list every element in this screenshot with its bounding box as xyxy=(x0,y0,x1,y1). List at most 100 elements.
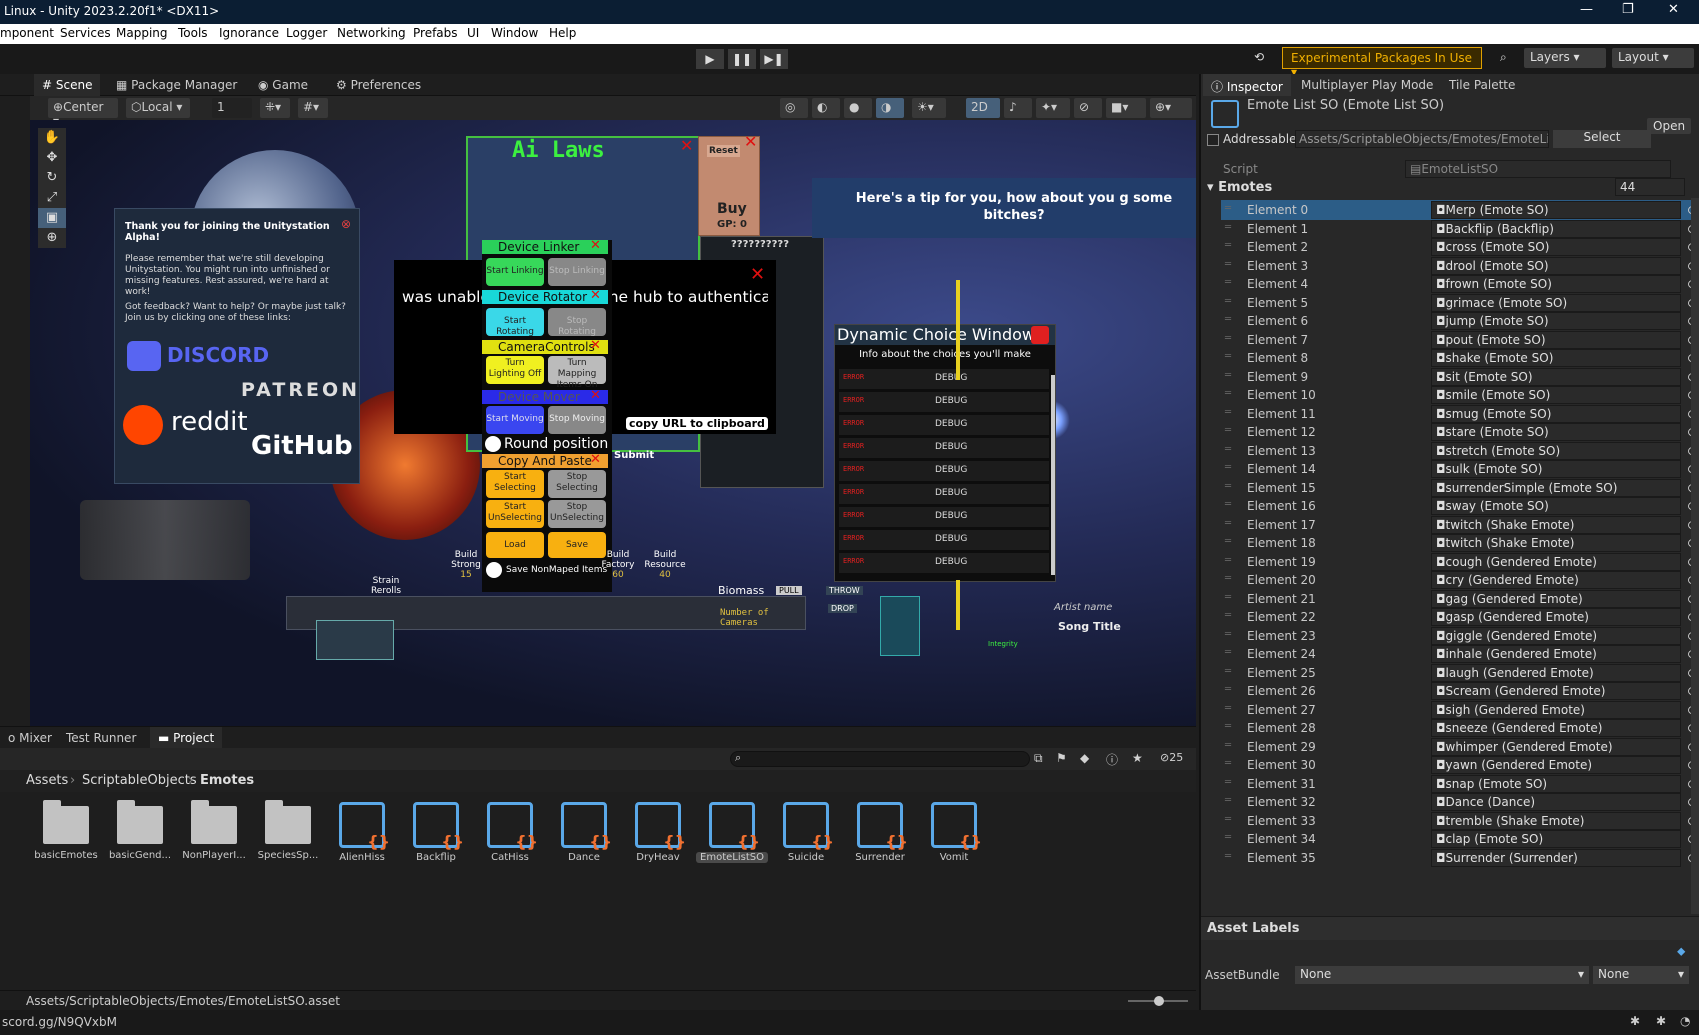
mode-2d-button[interactable]: 2D xyxy=(966,98,1000,118)
folder-item[interactable]: basicEmotes xyxy=(30,800,102,861)
save-nonmaped-toggle[interactable] xyxy=(486,562,502,578)
drag-handle-icon[interactable]: ═ xyxy=(1225,407,1231,418)
asset-label-icon[interactable]: ⬥ xyxy=(1677,944,1685,959)
start-linking-button[interactable]: Start Linking xyxy=(486,258,544,286)
drag-handle-icon[interactable]: ═ xyxy=(1225,222,1231,233)
emote-element-row[interactable]: ═ Element 18 ◘twitch (Shake Emote) ⊙ xyxy=(1221,533,1697,553)
emote-element-row[interactable]: ═ Element 1 ◘Backflip (Backflip) ⊙ xyxy=(1221,219,1697,239)
auth-error-close-icon[interactable]: ✕ xyxy=(750,264,765,285)
asset-item[interactable]: {} Vomit xyxy=(918,800,990,863)
reset-button[interactable]: Reset xyxy=(707,145,740,157)
rect-tool-icon[interactable]: ▣ xyxy=(38,208,66,228)
camera-icon[interactable]: ■▾ xyxy=(1106,98,1146,118)
drag-handle-icon[interactable]: ═ xyxy=(1225,814,1231,825)
submit-button[interactable]: Submit xyxy=(614,450,654,461)
emote-element-row[interactable]: ═ Element 20 ◘cry (Gendered Emote) ⊙ xyxy=(1221,570,1697,590)
turn-lighting-off-button[interactable]: Turn Lighting Off xyxy=(486,356,544,384)
debug-icon[interactable]: ✱ xyxy=(1630,1014,1640,1028)
element-object-field[interactable]: ◘laugh (Gendered Emote) xyxy=(1431,663,1681,682)
drop-button[interactable]: DROP xyxy=(828,604,857,613)
pull-button[interactable]: PULL xyxy=(776,586,802,595)
element-object-field[interactable]: ◘grimace (Emote SO) xyxy=(1431,293,1681,312)
device-rotator-close-icon[interactable]: ✕ xyxy=(590,288,601,303)
device-linker-close-icon[interactable]: ✕ xyxy=(590,238,601,253)
drag-handle-icon[interactable]: ═ xyxy=(1225,444,1231,455)
menu-mapping[interactable]: Mapping xyxy=(116,26,168,40)
menu-component[interactable]: mponent xyxy=(0,26,54,40)
filter-icon[interactable]: ⧉ xyxy=(1034,751,1043,766)
drag-handle-icon[interactable]: ═ xyxy=(1225,647,1231,658)
emote-element-row[interactable]: ═ Element 11 ◘smug (Emote SO) ⊙ xyxy=(1221,404,1697,424)
body-target-icon[interactable] xyxy=(880,596,920,656)
emote-element-row[interactable]: ═ Element 24 ◘inhale (Gendered Emote) ⊙ xyxy=(1221,644,1697,664)
drag-handle-icon[interactable]: ═ xyxy=(1225,481,1231,492)
choice-row[interactable]: ERROR DEBUG xyxy=(839,553,1049,573)
start-unselecting-button[interactable]: Start UnSelecting xyxy=(486,500,544,528)
emote-element-row[interactable]: ═ Element 25 ◘laugh (Gendered Emote) ⊙ xyxy=(1221,663,1697,683)
emote-element-row[interactable]: ═ Element 17 ◘twitch (Shake Emote) ⊙ xyxy=(1221,515,1697,535)
gizmos-icon[interactable]: ⊕▾ xyxy=(1150,98,1192,118)
menu-window[interactable]: Window xyxy=(491,26,538,40)
hand-tool-icon[interactable]: ✋ xyxy=(38,128,66,148)
element-object-field[interactable]: ◘sneeze (Gendered Emote) xyxy=(1431,719,1681,737)
emote-element-row[interactable]: ═ Element 22 ◘gasp (Gendered Emote) ⊙ xyxy=(1221,607,1697,627)
start-rotating-button[interactable]: Start Rotating xyxy=(486,308,544,337)
asset-item[interactable]: {} AlienHiss xyxy=(326,800,398,863)
visibility-icon[interactable]: ⊘ xyxy=(1074,98,1102,118)
element-object-field[interactable]: ◘pout (Emote SO) xyxy=(1431,330,1681,349)
history-icon[interactable]: ⟲ xyxy=(1254,50,1264,70)
layout-dropdown[interactable]: Layout ▾ xyxy=(1612,48,1694,68)
drag-handle-icon[interactable]: ═ xyxy=(1225,555,1231,566)
hanger-slot-icon[interactable] xyxy=(316,620,394,660)
choice-row[interactable]: ERROR DEBUG xyxy=(839,507,1049,527)
pause-button[interactable]: ❚❚ xyxy=(728,49,756,69)
element-object-field[interactable]: ◘smug (Emote SO) xyxy=(1431,404,1681,423)
drag-handle-icon[interactable]: ═ xyxy=(1225,536,1231,547)
element-object-field[interactable]: ◘cross (Emote SO) xyxy=(1431,238,1681,256)
drag-handle-icon[interactable]: ═ xyxy=(1225,259,1231,270)
breadcrumb-emotes[interactable]: Emotes xyxy=(200,773,254,788)
emotes-size-field[interactable]: 44 xyxy=(1615,178,1685,196)
emote-element-row[interactable]: ═ Element 2 ◘cross (Emote SO) ⊙ xyxy=(1221,237,1697,257)
move-tool-icon[interactable]: ✥ xyxy=(38,148,66,168)
build-resource-button[interactable]: Build Resource 40 xyxy=(642,550,688,580)
element-object-field[interactable]: ◘stretch (Emote SO) xyxy=(1431,441,1681,460)
element-object-field[interactable]: ◘surrenderSimple (Emote SO) xyxy=(1431,478,1681,497)
discord-link[interactable]: DISCORD xyxy=(167,343,269,367)
drag-handle-icon[interactable]: ═ xyxy=(1225,703,1231,714)
assetbundle-dropdown[interactable]: None ▾ xyxy=(1295,966,1589,984)
emote-element-row[interactable]: ═ Element 3 ◘drool (Emote SO) ⊙ xyxy=(1221,256,1697,276)
copy-and-paste-close-icon[interactable]: ✕ xyxy=(590,452,601,467)
drag-handle-icon[interactable]: ═ xyxy=(1225,351,1231,362)
asset-item[interactable]: {} Surrender xyxy=(844,800,916,863)
emote-element-row[interactable]: ═ Element 14 ◘sulk (Emote SO) ⊙ xyxy=(1221,459,1697,479)
emote-element-row[interactable]: ═ Element 15 ◘surrenderSimple (Emote SO)… xyxy=(1221,478,1697,498)
build-strong-button[interactable]: Build Strong 15 xyxy=(448,550,484,580)
element-object-field[interactable]: ◘shake (Emote SO) xyxy=(1431,349,1681,367)
grid-size-field[interactable]: 1 xyxy=(212,98,252,118)
gizmo-globe-icon[interactable]: ◎ xyxy=(780,98,808,118)
choice-row[interactable]: ERROR DEBUG xyxy=(839,438,1049,458)
effects-icon[interactable]: ✦▾ xyxy=(1036,98,1070,118)
drag-handle-icon[interactable]: ═ xyxy=(1225,518,1231,529)
stop-linking-button[interactable]: Stop Linking xyxy=(548,258,606,286)
element-object-field[interactable]: ◘sway (Emote SO) xyxy=(1431,497,1681,515)
drag-handle-icon[interactable]: ═ xyxy=(1225,740,1231,751)
element-object-field[interactable]: ◘snap (Emote SO) xyxy=(1431,774,1681,793)
asset-item[interactable]: {} Dance xyxy=(548,800,620,863)
element-object-field[interactable]: ◘Scream (Gendered Emote) xyxy=(1431,682,1681,700)
asset-item[interactable]: {} EmoteListSO xyxy=(696,800,768,863)
stop-unselecting-button[interactable]: Stop UnSelecting xyxy=(548,500,606,528)
element-object-field[interactable]: ◘sulk (Emote SO) xyxy=(1431,460,1681,478)
drag-handle-icon[interactable]: ═ xyxy=(1225,721,1231,732)
start-moving-button[interactable]: Start Moving xyxy=(486,406,544,434)
element-object-field[interactable]: ◘jump (Emote SO) xyxy=(1431,312,1681,330)
start-selecting-button[interactable]: Start Selecting xyxy=(486,470,544,498)
element-object-field[interactable]: ◘cough (Gendered Emote) xyxy=(1431,552,1681,571)
element-object-field[interactable]: ◘whimper (Gendered Emote) xyxy=(1431,737,1681,756)
folder-item[interactable]: NonPlayerI... xyxy=(178,800,250,861)
asset-item[interactable]: {} CatHiss xyxy=(474,800,546,863)
drag-handle-icon[interactable]: ═ xyxy=(1225,666,1231,677)
element-object-field[interactable]: ◘sit (Emote SO) xyxy=(1431,367,1681,386)
emote-element-row[interactable]: ═ Element 6 ◘jump (Emote SO) ⊙ xyxy=(1221,311,1697,331)
